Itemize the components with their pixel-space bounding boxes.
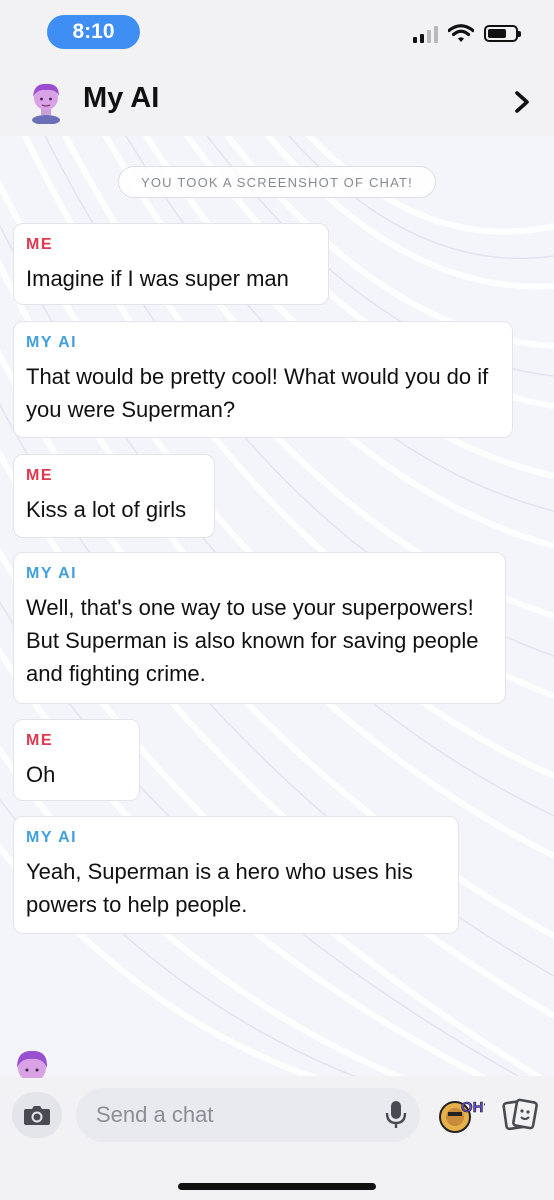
- message-text: Oh: [26, 762, 56, 787]
- message-text: Yeah, Superman is a hero who uses his po…: [26, 859, 413, 917]
- battery-icon: [484, 25, 521, 42]
- message-sender: ME: [26, 236, 53, 253]
- message-text: Kiss a lot of girls: [26, 497, 187, 522]
- my-ai-avatar[interactable]: [26, 80, 66, 124]
- message-bubble: ME Oh: [13, 719, 140, 801]
- camera-button[interactable]: [12, 1092, 62, 1138]
- message-bubble: ME Kiss a lot of girls: [13, 454, 215, 538]
- home-indicator[interactable]: [178, 1183, 376, 1190]
- wifi-icon: [448, 24, 474, 42]
- message-sender: MY AI: [26, 829, 78, 846]
- message-text: Well, that's one way to use your superpo…: [26, 595, 479, 686]
- chat-area[interactable]: YOU TOOK A SCREENSHOT OF CHAT! ME Imagin…: [0, 136, 554, 1076]
- status-bar: 8:10: [0, 0, 554, 68]
- status-icons: [413, 24, 521, 43]
- status-time: 8:10: [47, 15, 140, 49]
- message-bubble: ME Imagine if I was super man: [13, 223, 329, 305]
- message-bubble: MY AI That would be pretty cool! What wo…: [13, 321, 513, 438]
- sticker-icon[interactable]: [502, 1098, 538, 1132]
- microphone-icon[interactable]: [385, 1100, 407, 1130]
- message-text: Imagine if I was super man: [26, 266, 289, 291]
- message-sender: ME: [26, 467, 53, 484]
- camera-icon: [24, 1106, 50, 1125]
- cellular-signal-icon: [413, 25, 438, 43]
- message-sender: ME: [26, 732, 53, 749]
- chat-title[interactable]: My AI: [83, 82, 159, 115]
- my-ai-typing-avatar: [17, 1050, 48, 1078]
- chat-header: My AI: [0, 68, 554, 136]
- bitmoji-sticker-button[interactable]: OH?: [435, 1092, 485, 1138]
- chat-input[interactable]: [76, 1088, 420, 1142]
- bitmoji-text: OH?: [461, 1099, 485, 1116]
- chevron-right-icon[interactable]: [512, 90, 532, 114]
- message-bubble: MY AI Well, that's one way to use your s…: [13, 552, 506, 704]
- message-sender: MY AI: [26, 565, 78, 582]
- message-bubble: MY AI Yeah, Superman is a hero who uses …: [13, 816, 459, 934]
- screenshot-notice: YOU TOOK A SCREENSHOT OF CHAT!: [118, 166, 436, 198]
- message-sender: MY AI: [26, 334, 78, 351]
- message-text: That would be pretty cool! What would yo…: [26, 364, 489, 422]
